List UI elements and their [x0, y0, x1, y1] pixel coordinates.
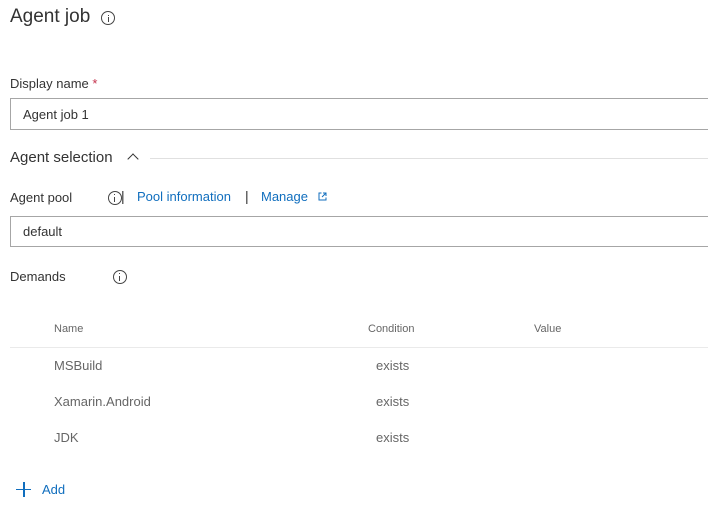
agent-selection-title[interactable]: Agent selection	[10, 148, 113, 168]
info-icon[interactable]	[101, 11, 115, 25]
plus-icon	[16, 481, 31, 497]
table-row[interactable]: JDK exists	[10, 424, 708, 454]
table-row[interactable]: Xamarin.Android exists	[10, 388, 708, 418]
section-divider	[150, 158, 708, 159]
display-name-label: Display name *	[10, 76, 97, 92]
pool-information-link[interactable]: Pool information	[137, 189, 231, 204]
display-name-input[interactable]	[10, 98, 708, 130]
demand-name[interactable]: JDK	[54, 430, 79, 446]
agent-pool-select[interactable]	[10, 216, 708, 247]
separator: |	[121, 188, 125, 204]
demand-name[interactable]: Xamarin.Android	[54, 394, 151, 410]
table-header-divider	[10, 347, 708, 348]
display-name-label-text: Display name	[10, 76, 89, 91]
demand-name[interactable]: MSBuild	[54, 358, 102, 374]
add-demand-button[interactable]: Add	[16, 478, 65, 500]
separator: |	[245, 188, 249, 204]
demand-condition[interactable]: exists	[376, 358, 409, 374]
column-header-condition[interactable]: Condition	[368, 322, 414, 336]
demand-condition[interactable]: exists	[376, 394, 409, 410]
demands-label: Demands	[10, 269, 66, 284]
demand-condition[interactable]: exists	[376, 430, 409, 446]
external-link-icon[interactable]	[318, 192, 327, 201]
table-row[interactable]: MSBuild exists	[10, 352, 708, 382]
demands-info-icon[interactable]	[112, 270, 127, 284]
required-marker: *	[92, 76, 98, 91]
page-title: Agent job	[10, 6, 91, 27]
add-label: Add	[42, 481, 66, 497]
column-header-name[interactable]: Name	[54, 322, 83, 336]
agent-pool-label: Agent pool	[10, 190, 73, 205]
agent-job-panel: Agent job Display name * Agent selection…	[0, 0, 708, 508]
column-header-value[interactable]: Value	[534, 322, 561, 336]
chevron-up-icon[interactable]	[127, 153, 139, 165]
manage-link[interactable]: Manage	[261, 189, 308, 204]
